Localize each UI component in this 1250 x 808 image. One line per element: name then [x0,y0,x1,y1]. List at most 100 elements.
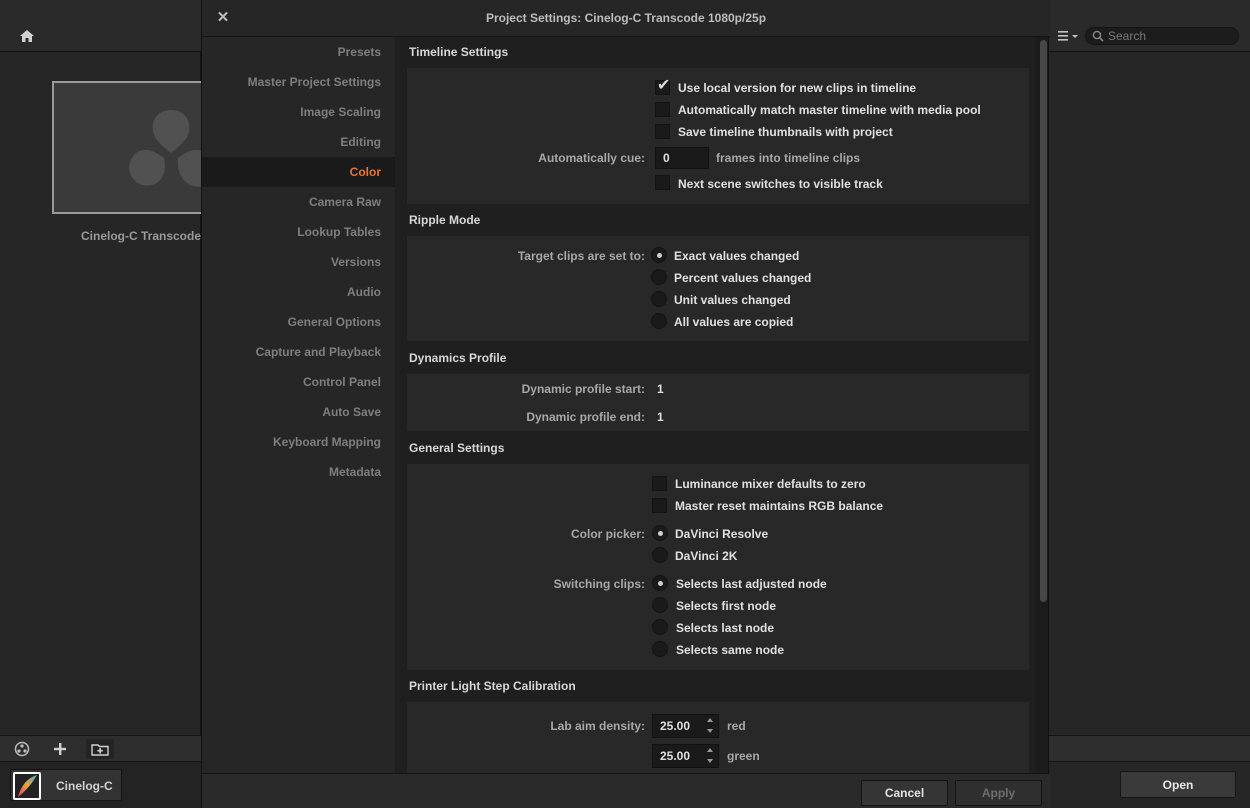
dynamic-start-label: Dynamic profile start: [521,382,645,396]
switch-last-adjusted-radio[interactable] [652,575,668,591]
ripple-mode-title: Ripple Mode [409,213,481,227]
auto-cue-field[interactable]: 0 [655,147,709,169]
general-settings-panel: Luminance mixer defaults to zero Master … [407,464,1029,670]
green-label: green [727,749,760,763]
save-thumbnails-checkbox[interactable] [655,124,670,139]
auto-match-master-label: Automatically match master timeline with… [678,103,981,117]
dynamic-end-label: Dynamic profile end: [526,410,645,424]
nav-item-control-panel[interactable]: Control Panel [202,367,395,397]
cancel-button[interactable]: Cancel [861,780,948,806]
search-input[interactable] [1108,29,1233,43]
switch-first-node-radio[interactable] [652,597,668,613]
auto-cue-suffix: frames into timeline clips [716,151,861,165]
use-local-version-label: Use local version for new clips in timel… [678,81,917,95]
ripple-copied-label: All values are copied [674,315,794,329]
switch-same-node-radio[interactable] [652,641,668,657]
project-manager-bottombar [0,735,201,762]
next-scene-label: Next scene switches to visible track [678,177,883,191]
view-options-icon[interactable] [1057,28,1081,44]
user-selector[interactable]: Cinelog-C [10,769,122,801]
stepper-up-icon[interactable] [707,748,713,752]
nav-item-audio[interactable]: Audio [202,277,395,307]
nav-item-metadata[interactable]: Metadata [202,457,395,487]
switch-last-node-label: Selects last node [676,621,775,635]
switch-same-node-label: Selects same node [676,643,785,657]
switching-clips-label: Switching clips: [553,577,645,591]
printer-light-panel: Lab aim density: 25.00 red 25.00 green [407,702,1029,773]
nav-item-presets[interactable]: Presets [202,37,395,67]
switch-last-node-radio[interactable] [652,619,668,635]
project-name-label[interactable]: Cinelog-C Transcode [81,229,201,243]
timeline-settings-title: Timeline Settings [409,45,509,59]
target-clips-label: Target clips are set to: [517,249,645,263]
settings-nav: Presets Master Project Settings Image Sc… [202,37,395,773]
nav-item-image-scaling[interactable]: Image Scaling [202,97,395,127]
nav-item-versions[interactable]: Versions [202,247,395,277]
user-name: Cinelog-C [56,779,113,793]
red-density-spinner[interactable]: 25.00 [652,714,719,738]
project-manager-right-pane: Open [1049,0,1250,808]
master-reset-label: Master reset maintains RGB balance [675,499,884,513]
next-scene-checkbox[interactable] [655,175,670,190]
general-settings-title: General Settings [409,441,505,455]
ripple-unit-label: Unit values changed [674,293,791,307]
dynamic-end-value[interactable]: 1 [657,410,664,424]
nav-item-color[interactable]: Color [202,157,395,187]
ripple-exact-radio[interactable] [651,247,667,263]
browser-bottombar [1049,735,1250,762]
new-folder-icon[interactable] [86,739,114,759]
green-density-spinner[interactable]: 25.00 [652,744,719,768]
nav-item-lookup-tables[interactable]: Lookup Tables [202,217,395,247]
color-picker-2k-radio[interactable] [652,547,668,563]
open-button[interactable]: Open [1120,771,1236,798]
luminance-mixer-label: Luminance mixer defaults to zero [675,477,866,491]
network-icon[interactable] [11,739,33,759]
user-avatar [13,772,41,800]
radio-dot-icon [658,581,663,586]
project-settings-dialog: ✕ Project Settings: Cinelog-C Transcode … [201,0,1050,808]
search-box[interactable] [1085,27,1239,45]
nav-item-auto-save[interactable]: Auto Save [202,397,395,427]
dialog-title: Project Settings: Cinelog-C Transcode 10… [485,11,767,25]
red-label: red [727,719,746,733]
nav-item-capture-and-playback[interactable]: Capture and Playback [202,337,395,367]
color-picker-resolve-radio[interactable] [652,525,668,541]
luminance-mixer-checkbox[interactable] [652,476,667,491]
red-density-value: 25.00 [660,719,691,733]
add-project-icon[interactable] [49,739,71,759]
color-settings-content: Timeline Settings ✔ Use local version fo… [395,37,1035,773]
ripple-percent-radio[interactable] [651,269,667,285]
color-picker-2k-label: DaVinci 2K [675,549,738,563]
printer-light-title: Printer Light Step Calibration [409,679,576,693]
stepper-up-icon[interactable] [707,718,713,722]
stepper-down-icon[interactable] [707,759,713,763]
lab-aim-label: Lab aim density: [550,719,645,733]
nav-item-editing[interactable]: Editing [202,127,395,157]
dialog-footer: Cancel Apply [202,773,1050,808]
color-picker-label: Color picker: [570,527,645,541]
nav-item-master-project-settings[interactable]: Master Project Settings [202,67,395,97]
dynamics-profile-title: Dynamics Profile [409,351,507,365]
radio-dot-icon [658,531,663,536]
project-thumbnail[interactable] [52,81,212,214]
nav-item-camera-raw[interactable]: Camera Raw [202,187,395,217]
dynamic-start-value[interactable]: 1 [657,382,664,396]
stepper-down-icon[interactable] [707,729,713,733]
auto-match-master-checkbox[interactable] [655,102,670,117]
project-manager-left-pane: Cinelog-C Transcode Cinelog-C [0,0,212,808]
radio-dot-icon [657,253,662,258]
apply-button[interactable]: Apply [955,780,1042,806]
dynamics-profile-panel: Dynamic profile start: 1 Dynamic profile… [407,374,1029,431]
timeline-settings-panel: ✔ Use local version for new clips in tim… [407,68,1029,204]
switch-last-adjusted-label: Selects last adjusted node [676,577,827,591]
ripple-mode-panel: Target clips are set to: Exact values ch… [407,236,1029,341]
ripple-copied-radio[interactable] [651,313,667,329]
content-scrollbar[interactable] [1040,40,1047,602]
use-local-version-checkbox[interactable]: ✔ [655,77,670,95]
home-icon[interactable] [16,26,38,46]
nav-item-general-options[interactable]: General Options [202,307,395,337]
ripple-unit-radio[interactable] [651,291,667,307]
nav-item-keyboard-mapping[interactable]: Keyboard Mapping [202,427,395,457]
master-reset-checkbox[interactable] [652,498,667,513]
davinci-logo-icon [129,110,206,187]
